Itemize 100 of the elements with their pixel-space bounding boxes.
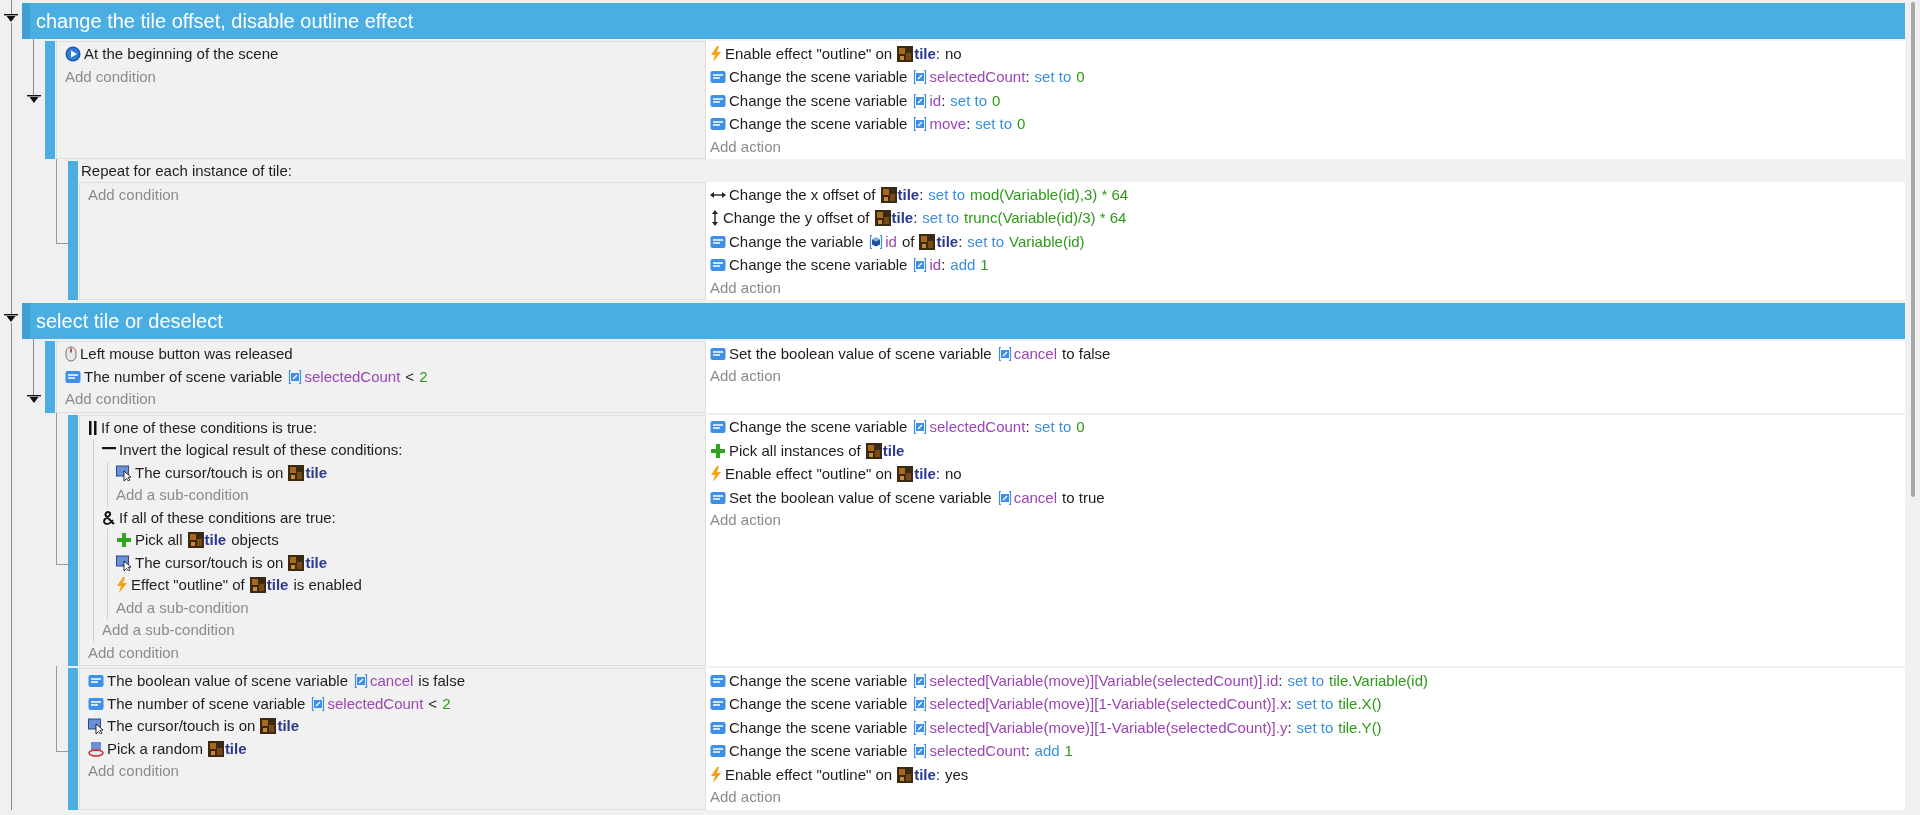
action-text: Change the scene variable (729, 255, 908, 275)
lightning-icon (710, 766, 722, 783)
action-text: Enable effect "outline" on (725, 464, 893, 484)
action-text: Change the scene variable (729, 694, 908, 714)
action-text: id: set to 0 (929, 90, 1001, 111)
action-text: Change the scene variable (729, 114, 908, 134)
action-text: id of (885, 231, 915, 252)
action-text: cancel to true (1013, 487, 1105, 508)
add-sub-condition-link[interactable]: Add a sub-condition (116, 596, 697, 619)
condition-text: The number of scene variable (107, 693, 306, 714)
action-text: Set the boolean value of scene variable (729, 343, 992, 364)
scene-variable-icon (912, 116, 929, 133)
condition-text: At the beginning of the scene (84, 44, 279, 64)
scene-variable-icon (996, 489, 1013, 506)
variable-icon (88, 674, 104, 689)
action-text: selectedCount: set to 0 (929, 67, 1085, 87)
scene-variable-icon (353, 673, 369, 690)
variable-icon (710, 744, 726, 759)
variable-icon (710, 258, 726, 273)
action-text: selectedCount: add 1 (929, 741, 1073, 761)
tile-thumbnail-icon (865, 442, 882, 459)
event-stripe (45, 341, 55, 413)
action-text: Change the x offset of (729, 184, 876, 205)
add-condition-link[interactable]: Add condition (65, 65, 697, 88)
variable-icon (710, 720, 726, 735)
add-condition-link[interactable]: Add condition (88, 184, 697, 207)
action-text: Change the scene variable (729, 67, 908, 87)
lightning-icon (710, 45, 722, 62)
horizontal-arrows-icon (710, 189, 726, 200)
tree-line (33, 339, 34, 395)
group-header[interactable]: change the tile offset, disable outline effect (22, 3, 1905, 39)
add-condition-link[interactable]: Add condition (88, 641, 697, 664)
variable-icon (710, 490, 726, 505)
scene-variable-icon (912, 672, 929, 689)
scene-variable-icon (310, 695, 327, 712)
action-text: tile: set to trunc(Variable(id)/3) * 64 (891, 208, 1127, 228)
add-condition-link[interactable]: Add condition (65, 388, 697, 411)
mouse-icon (65, 346, 77, 363)
action-text: selected[Variable(move)][1-Variable(selectedCount)].x: set to tile.X() (929, 694, 1382, 714)
tile-thumbnail-icon (897, 45, 914, 62)
tile-thumbnail-icon (897, 466, 914, 483)
add-sub-condition-link[interactable]: Add a sub-condition (102, 619, 697, 642)
variable-icon (710, 93, 726, 108)
add-action-link[interactable]: Add action (710, 365, 1901, 388)
action-text: selected[Variable(move)][Variable(selectedCount)].id: set to tile.Variable(id) (929, 670, 1429, 691)
tile-thumbnail-icon (249, 577, 266, 594)
action-text: id: add 1 (929, 255, 989, 275)
condition-text: If one of these conditions is true: (101, 417, 317, 438)
add-condition-link[interactable]: Add condition (88, 760, 697, 783)
tile-thumbnail-icon (288, 554, 305, 571)
action-text: Change the scene variable (729, 670, 908, 691)
tile-thumbnail-icon (919, 233, 936, 250)
scene-variable-icon (912, 92, 929, 109)
variable-icon (710, 117, 726, 132)
add-action-link[interactable]: Add action (710, 277, 1901, 299)
action-text: tile: no (914, 464, 962, 484)
double-bar-icon (88, 419, 98, 436)
condition-text: tile (224, 738, 247, 759)
action-text: tile: no (914, 43, 962, 64)
condition-text: The boolean value of scene variable (107, 671, 348, 691)
action-text: Change the variable (729, 231, 864, 252)
add-sub-condition-link[interactable]: Add a sub-condition (116, 484, 697, 507)
scene-variable-icon (912, 69, 929, 86)
condition-text: selectedCount < 2 (304, 366, 428, 387)
lightning-icon (116, 577, 128, 594)
condition-text: Pick a random (107, 738, 203, 759)
group-header[interactable]: select tile or deselect (22, 303, 1905, 339)
condition-text: Left mouse button was released (80, 344, 293, 364)
add-action-link[interactable]: Add action (710, 136, 1901, 158)
scene-variable-icon (996, 345, 1013, 362)
condition-text: tile (305, 462, 328, 483)
plus-icon (710, 442, 726, 459)
random-pick-icon (88, 740, 104, 757)
action-text: tile (882, 440, 905, 461)
condition-text: Pick all (135, 530, 183, 550)
condition-text: Effect "outline" of (131, 575, 245, 595)
add-action-link[interactable]: Add action (710, 786, 1901, 809)
action-text: tile: set to Variable(id) (936, 231, 1085, 252)
object-variable-icon (868, 233, 885, 250)
cursor-icon (116, 464, 132, 481)
lightning-icon (710, 466, 722, 483)
action-text: Change the scene variable (729, 90, 908, 111)
tile-thumbnail-icon (260, 718, 277, 735)
tree-line (10, 0, 12, 14)
action-text: Set the boolean value of scene variable (729, 487, 992, 508)
condition-text: cancel is false (370, 671, 466, 691)
variable-icon (710, 673, 726, 688)
condition-text: tile is enabled (266, 575, 362, 595)
action-text: Change the scene variable (729, 717, 908, 738)
tree-line (33, 39, 34, 95)
action-text: selected[Variable(move)][1-Variable(selectedCount)].y: set to tile.Y() (929, 717, 1382, 738)
tile-thumbnail-icon (897, 766, 914, 783)
action-text: tile: yes (914, 764, 969, 785)
cursor-icon (88, 718, 104, 735)
scrollbar-thumb[interactable] (1910, 2, 1915, 497)
condition-text: tile objects (204, 530, 279, 550)
variable-icon (710, 346, 726, 361)
variable-icon (88, 696, 104, 711)
scene-variable-icon (912, 257, 929, 274)
add-action-link[interactable]: Add action (710, 509, 1901, 532)
